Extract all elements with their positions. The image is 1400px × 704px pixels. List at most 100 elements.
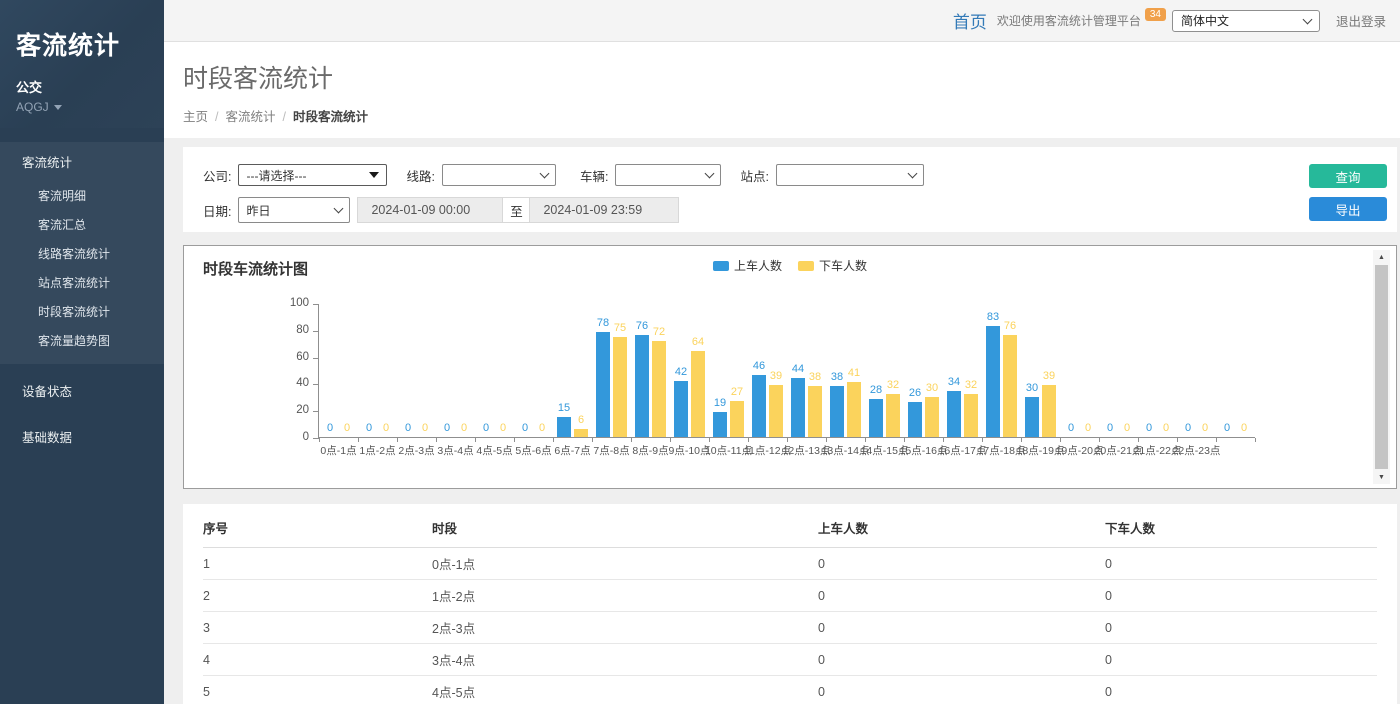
export-button[interactable]: 导出 <box>1309 197 1387 221</box>
table-cell: 0 <box>1105 644 1377 676</box>
x-axis-tick <box>1255 438 1256 442</box>
legend-swatch <box>713 261 729 271</box>
legend-item[interactable]: 下车人数 <box>798 257 867 274</box>
table-row: 43点-4点00 <box>203 644 1377 676</box>
org-switcher[interactable]: AQGJ <box>16 100 164 114</box>
chevron-down-icon <box>705 169 715 179</box>
query-button[interactable]: 查询 <box>1309 164 1387 188</box>
chevron-down-icon <box>334 204 344 214</box>
chart-bar <box>652 341 666 437</box>
scrollbar-up-arrow-icon[interactable]: ▲ <box>1373 250 1390 264</box>
bar-value-label: 27 <box>720 386 754 398</box>
sidebar-item[interactable]: 站点客流统计 <box>0 268 164 297</box>
company-label: 公司: <box>203 166 231 185</box>
chart-bar <box>964 394 978 437</box>
y-axis-label: 80 <box>275 324 309 336</box>
chart-bar <box>713 412 727 437</box>
table-cell: 0 <box>818 676 1105 704</box>
chart-bar <box>596 332 610 437</box>
table-row: 32点-3点00 <box>203 612 1377 644</box>
station-label: 站点: <box>740 166 768 185</box>
x-axis-label: 2点-3点 <box>398 443 434 458</box>
table-cell: 3点-4点 <box>432 644 818 676</box>
chart-bar <box>730 401 744 437</box>
start-date-input[interactable]: 2024-01-09 00:00 <box>357 197 503 223</box>
scrollbar-down-arrow-icon[interactable]: ▼ <box>1373 470 1390 484</box>
sidebar-item[interactable]: 设备状态 <box>0 371 164 410</box>
end-date-input[interactable]: 2024-01-09 23:59 <box>529 197 679 223</box>
x-axis-tick <box>319 438 320 442</box>
chevron-down-icon <box>1303 14 1313 24</box>
chart-bar <box>986 326 1000 437</box>
table-cell: 0 <box>818 548 1105 580</box>
table-column-header: 时段 <box>432 504 818 548</box>
legend-item[interactable]: 上车人数 <box>713 257 782 274</box>
breadcrumb-item[interactable]: 主页 <box>183 110 208 124</box>
sidebar-group-header[interactable]: 客流统计 <box>0 142 164 181</box>
table-cell: 2点-3点 <box>432 612 818 644</box>
breadcrumb-separator: / <box>215 110 218 124</box>
date-preset-select[interactable]: 昨日 <box>238 197 350 223</box>
language-select[interactable]: 简体中文 <box>1172 10 1320 32</box>
x-axis-tick <box>592 438 593 442</box>
sidebar-item[interactable]: 客流明细 <box>0 181 164 210</box>
sidebar-item[interactable]: 基础数据 <box>0 417 164 456</box>
chevron-down-icon <box>540 169 550 179</box>
x-axis-tick <box>514 438 515 442</box>
y-axis-label: 60 <box>275 351 309 363</box>
bar-value-label: 0 <box>1227 422 1261 434</box>
x-axis-tick <box>982 438 983 442</box>
chart-bar <box>869 399 883 437</box>
y-axis-tick <box>313 331 319 332</box>
bar-value-label: 39 <box>1032 370 1066 382</box>
nav-home-link[interactable]: 首页 <box>953 8 987 33</box>
top-navbar: 首页 欢迎使用客流统计管理平台 34 简体中文 退出登录 <box>164 0 1400 42</box>
sidebar-item[interactable]: 时段客流统计 <box>0 297 164 326</box>
chart-plot: 0204060801000点-1点001点-2点002点-3点003点-4点00… <box>318 304 1255 438</box>
bar-value-label: 32 <box>954 379 988 391</box>
table-row: 54点-5点00 <box>203 676 1377 704</box>
chart-bar <box>925 397 939 437</box>
station-select[interactable] <box>776 164 924 186</box>
notification-badge[interactable]: 34 <box>1145 8 1166 21</box>
chart-legend: 上车人数下车人数 <box>713 257 867 274</box>
x-axis-label: 5点-6点 <box>515 443 551 458</box>
dropdown-arrow-icon <box>369 172 379 178</box>
content-area: 公司: ---请选择--- 线路: 车辆: 站点: <box>164 138 1400 704</box>
table-cell: 0点-1点 <box>432 548 818 580</box>
chevron-down-icon <box>907 169 917 179</box>
y-axis-tick <box>313 384 319 385</box>
chart-scrollbar[interactable]: ▲ ▼ <box>1373 250 1390 484</box>
table-cell: 0 <box>1105 676 1377 704</box>
company-select[interactable]: ---请选择--- <box>238 164 387 186</box>
vehicle-select[interactable] <box>615 164 721 186</box>
logout-link[interactable]: 退出登录 <box>1336 11 1386 30</box>
sidebar-item[interactable]: 线路客流统计 <box>0 239 164 268</box>
y-axis-label: 20 <box>275 404 309 416</box>
sidebar-item[interactable]: 客流汇总 <box>0 210 164 239</box>
x-axis-tick <box>748 438 749 442</box>
table-header-row: 序号时段上车人数下车人数 <box>203 504 1377 548</box>
table-column-header: 序号 <box>203 504 432 548</box>
app-logo: 客流统计 <box>16 26 164 62</box>
x-axis-label: 0点-1点 <box>320 443 356 458</box>
org-code-label: AQGJ <box>16 100 49 114</box>
chart-bar <box>947 391 961 437</box>
line-select[interactable] <box>442 164 556 186</box>
x-axis-label: 8点-9点 <box>632 443 668 458</box>
x-axis-tick <box>1138 438 1139 442</box>
scrollbar-thumb[interactable] <box>1375 265 1388 469</box>
chart-bar <box>908 402 922 437</box>
company-select-value: ---请选择--- <box>246 167 306 184</box>
breadcrumb-item[interactable]: 客流统计 <box>226 110 276 124</box>
sidebar-item[interactable]: 客流量趋势图 <box>0 326 164 355</box>
y-axis-tick <box>313 411 319 412</box>
table-cell: 4 <box>203 644 432 676</box>
x-axis-tick <box>475 438 476 442</box>
y-axis-tick <box>313 304 319 305</box>
app-window: 客流统计 公交 AQGJ 客流统计客流明细客流汇总线路客流统计站点客流统计时段客… <box>0 0 1400 704</box>
chart-bar <box>808 386 822 437</box>
chart-bar <box>613 337 627 438</box>
welcome-text: 欢迎使用客流统计管理平台 <box>997 12 1141 29</box>
bar-value-label: 6 <box>564 414 598 426</box>
